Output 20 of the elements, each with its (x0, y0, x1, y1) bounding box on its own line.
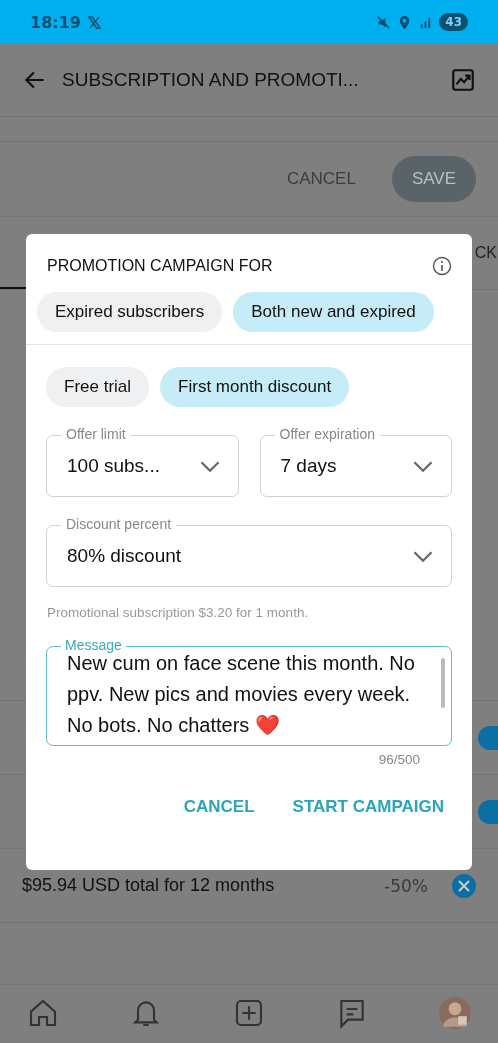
audience-chip[interactable]: Both new and expired (233, 292, 434, 332)
dialog-title: PROMOTION CAMPAIGN FOR (47, 257, 273, 275)
battery-indicator: 43 (439, 13, 468, 31)
status-time: 18:19 (30, 12, 81, 32)
page-title: SUBSCRIPTION AND PROMOTI... (62, 69, 360, 91)
tab[interactable]: CK (474, 244, 498, 262)
offer-type-chip[interactable]: First month discount (160, 367, 350, 407)
audience-chip[interactable]: Expired subscribers (37, 292, 223, 332)
mute-icon (376, 14, 392, 30)
toggle-knob[interactable] (478, 799, 498, 824)
toggle-knob[interactable] (478, 725, 498, 750)
character-counter: 96/500 (377, 751, 421, 767)
remove-icon[interactable] (452, 873, 476, 898)
x-logo-icon (86, 14, 102, 30)
info-icon[interactable] (432, 256, 452, 276)
bundle-total: $95.94 USD total for 12 months (22, 875, 276, 896)
chart-icon[interactable] (450, 67, 476, 93)
offer-type-chip[interactable]: Free trial (46, 367, 150, 407)
discount-label: -50% (384, 875, 428, 896)
hint-text: Promotional subscription $3.20 for 1 month. (46, 604, 310, 620)
